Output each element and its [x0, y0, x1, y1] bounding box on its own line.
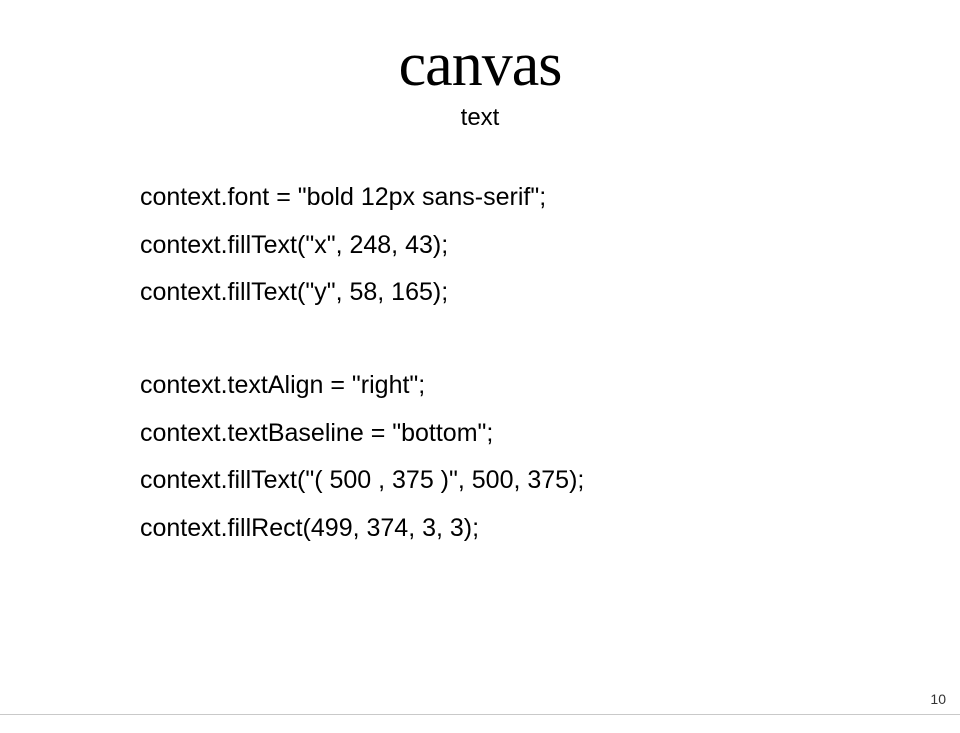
code-line: context.fillText("y", 58, 165);: [140, 269, 546, 317]
code-block-1: context.font = "bold 12px sans-serif"; c…: [140, 174, 546, 317]
code-line: context.textBaseline = "bottom";: [140, 410, 584, 458]
slide-subtitle: text: [0, 104, 960, 132]
code-line: context.font = "bold 12px sans-serif";: [140, 174, 546, 222]
slide: canvas text context.font = "bold 12px sa…: [0, 0, 960, 733]
code-block-2: context.textAlign = "right"; context.tex…: [140, 362, 584, 552]
page-number: 10: [930, 691, 946, 707]
code-line: context.fillText("x", 248, 43);: [140, 222, 546, 270]
slide-title: canvas: [0, 30, 960, 101]
code-line: context.fillText("( 500 , 375 )", 500, 3…: [140, 457, 584, 505]
code-line: context.fillRect(499, 374, 3, 3);: [140, 505, 584, 553]
code-line: context.textAlign = "right";: [140, 362, 584, 410]
divider: [0, 714, 960, 715]
